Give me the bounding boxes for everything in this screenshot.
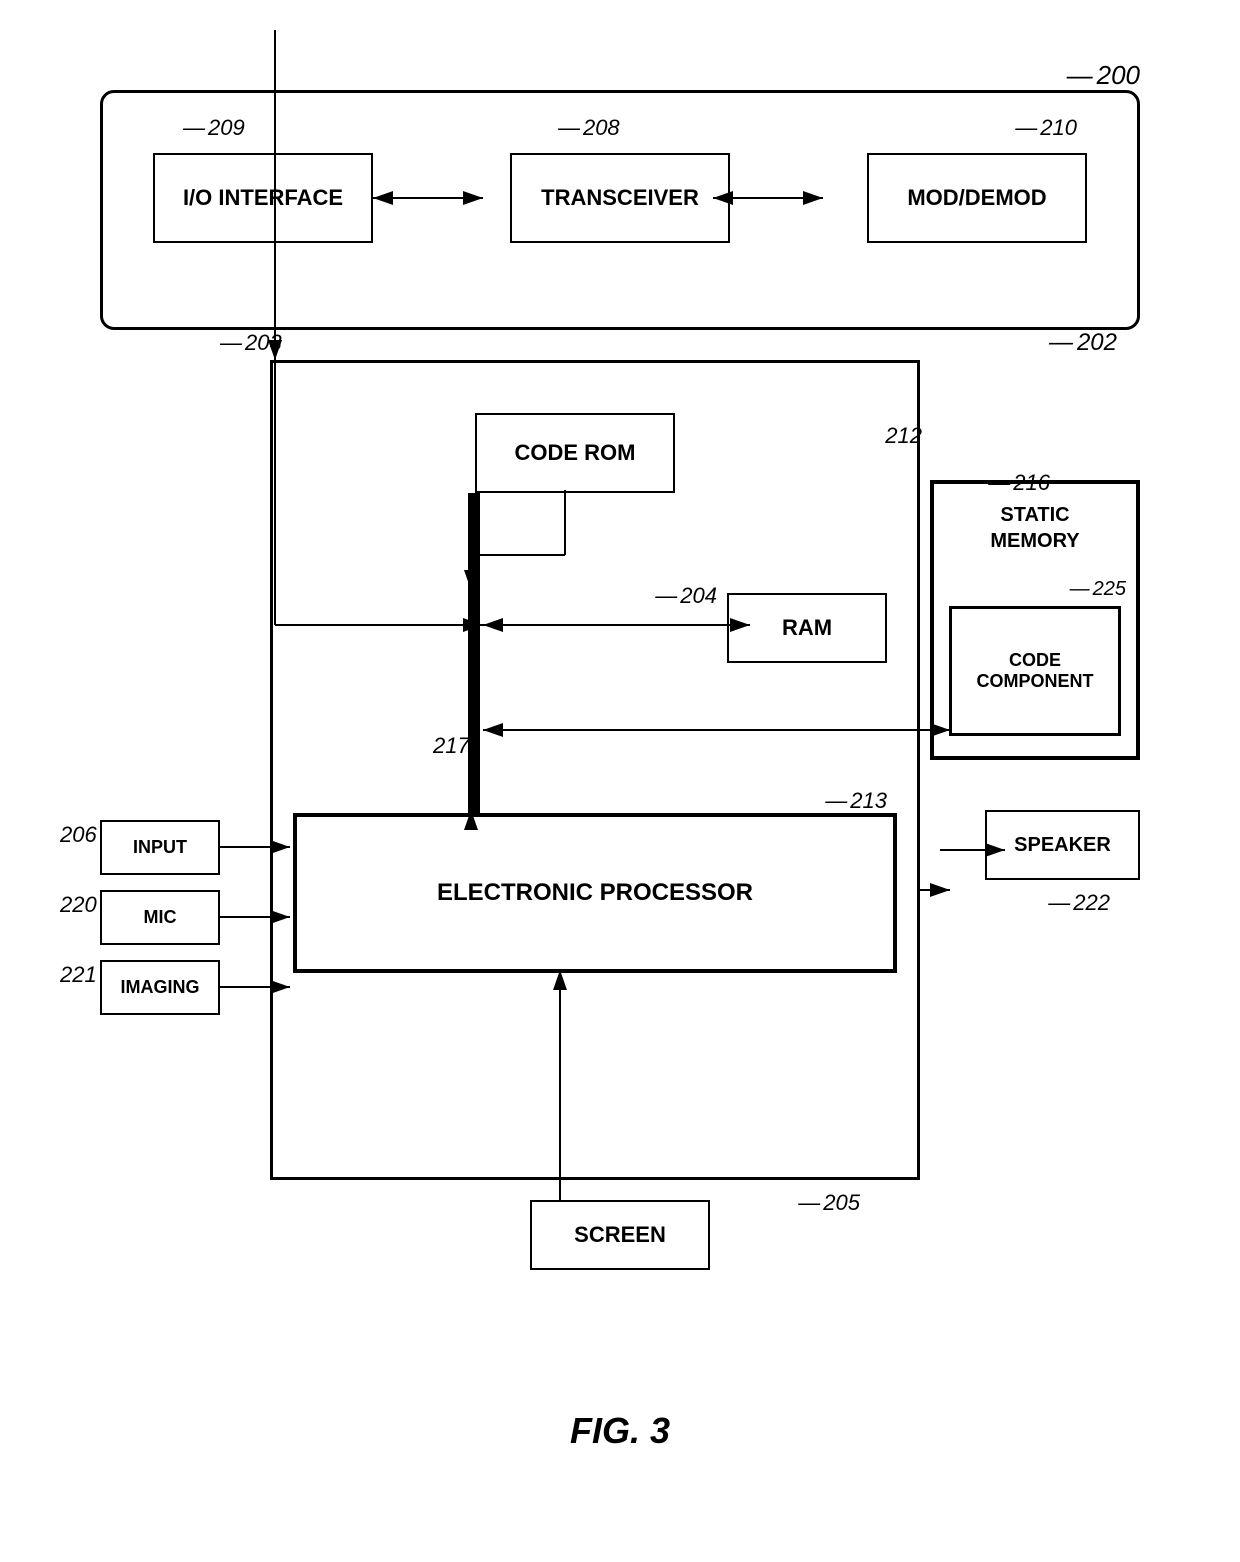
- ref-209: 209: [183, 115, 245, 141]
- box-processor: ELECTRONIC PROCESSOR: [293, 813, 897, 973]
- main-area: 203 CODE ROM 212 RAM 204 217 ELECTRONIC …: [100, 360, 1140, 1402]
- ref-204: 204: [655, 583, 717, 609]
- ref-212: 212: [885, 423, 922, 449]
- box-ram: RAM: [727, 593, 887, 663]
- ref-200: 200: [1067, 60, 1140, 91]
- diagram-container: 200 209 208 210 I/O INTERFACE TRANSCEIVE…: [40, 30, 1200, 1482]
- box-203: CODE ROM 212 RAM 204 217 ELECTRONIC PROC…: [270, 360, 920, 1180]
- box-input: INPUT: [100, 820, 220, 875]
- box-screen: SCREEN: [530, 1200, 710, 1270]
- imaging-label: IMAGING: [121, 977, 200, 998]
- ref-206: 206: [60, 822, 97, 848]
- speaker-label: SPEAKER: [1014, 834, 1111, 857]
- ref-216: 216: [988, 470, 1050, 496]
- bus-line: [468, 493, 480, 823]
- ref-203: 203: [220, 330, 282, 356]
- processor-label: ELECTRONIC PROCESSOR: [437, 879, 753, 907]
- ref-221: 221: [60, 962, 97, 988]
- ram-label: RAM: [782, 615, 832, 641]
- box-mic: MIC: [100, 890, 220, 945]
- transceiver-label: TRANSCEIVER: [541, 185, 699, 211]
- ref-217: 217: [433, 733, 470, 759]
- moddemod-label: MOD/DEMOD: [907, 185, 1046, 211]
- fig-label: FIG. 3: [570, 1410, 670, 1452]
- box-speaker: SPEAKER: [985, 810, 1140, 880]
- box-moddemod: MOD/DEMOD: [867, 153, 1087, 243]
- ref-225: 225: [1070, 578, 1126, 601]
- code-component-label: CODECOMPONENT: [977, 650, 1094, 692]
- box-transceiver: TRANSCEIVER: [510, 153, 730, 243]
- ref-213: 213: [825, 788, 887, 814]
- ref-208: 208: [558, 115, 620, 141]
- ref-202: 202: [1049, 329, 1117, 357]
- ref-220: 220: [60, 892, 97, 918]
- box-io-interface: I/O INTERFACE: [153, 153, 373, 243]
- box-static-memory: STATICMEMORY 225 CODECOMPONENT: [930, 480, 1140, 760]
- mic-label: MIC: [144, 907, 177, 928]
- ref-222: 222: [1048, 890, 1110, 916]
- ref-210: 210: [1015, 115, 1077, 141]
- box-202: 209 208 210 I/O INTERFACE TRANSCEIVER MO…: [100, 90, 1140, 330]
- io-interface-label: I/O INTERFACE: [183, 185, 343, 211]
- box-code-component: CODECOMPONENT: [949, 606, 1121, 736]
- screen-label: SCREEN: [574, 1222, 666, 1248]
- code-rom-label: CODE ROM: [515, 440, 636, 466]
- box-code-rom: CODE ROM: [475, 413, 675, 493]
- box-imaging: IMAGING: [100, 960, 220, 1015]
- input-label: INPUT: [133, 837, 187, 858]
- ref-205: 205: [798, 1190, 860, 1216]
